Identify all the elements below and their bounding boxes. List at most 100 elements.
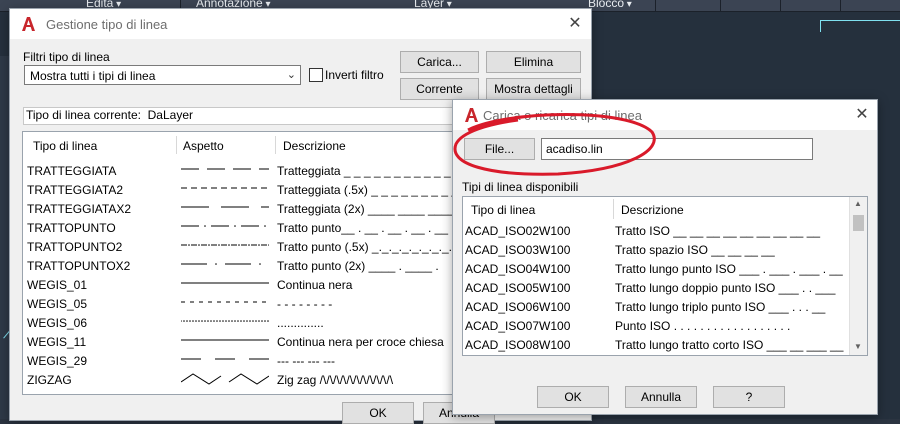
ribbon-separator xyxy=(840,0,841,11)
linetype-appearance xyxy=(180,315,269,332)
linetype-appearance xyxy=(181,220,269,237)
filter-selected-value: Mostra tutti i tipi di linea xyxy=(30,69,156,83)
table-row[interactable]: ACAD_ISO08W100 Tratto lungo tratto corto … xyxy=(463,335,867,354)
linetype-description: Tratto punto (.5x) _._._._._._._._. xyxy=(277,240,452,254)
column-header-description[interactable]: Descrizione xyxy=(621,203,684,217)
linetype-description: Tratto spazio ISO __ __ __ __ xyxy=(615,243,775,257)
linetype-appearance xyxy=(181,334,269,351)
table-row[interactable]: ACAD_ISO07W100 Punto ISO . . . . . . . . … xyxy=(463,316,867,335)
cancel-button[interactable]: Annulla xyxy=(625,386,697,408)
available-linetype-list[interactable]: Tipo di linea Descrizione ACAD_ISO02W100… xyxy=(462,196,868,356)
linetype-appearance xyxy=(181,239,270,256)
scroll-down-icon[interactable]: ▼ xyxy=(850,342,866,351)
close-icon[interactable]: ✕ xyxy=(564,13,586,35)
linetype-description: Punto ISO . . . . . . . . . . . . . . . … xyxy=(615,319,791,333)
file-button[interactable]: File... xyxy=(464,138,535,160)
linetype-appearance xyxy=(180,372,270,389)
scroll-thumb[interactable] xyxy=(853,215,864,231)
linetype-pattern-icon xyxy=(180,320,269,322)
linetype-appearance xyxy=(181,163,269,180)
ok-button[interactable]: OK xyxy=(342,402,414,424)
linetype-appearance xyxy=(181,277,269,294)
linetype-name: TRATTEGGIATAX2 xyxy=(27,202,132,216)
current-button[interactable]: Corrente xyxy=(400,78,479,100)
dialog-title: Gestione tipo di linea xyxy=(46,17,168,32)
linetype-pattern-icon xyxy=(181,282,269,284)
column-header-name[interactable]: Tipo di linea xyxy=(471,203,535,217)
linetype-filter-select[interactable]: Mostra tutti i tipi di linea ⌄ xyxy=(24,65,301,85)
file-name-field[interactable]: acadiso.lin xyxy=(541,138,813,160)
table-row[interactable]: ACAD_ISO03W100 Tratto spazio ISO __ __ __… xyxy=(463,240,867,259)
ribbon-separator xyxy=(720,0,721,11)
linetype-appearance xyxy=(181,296,269,313)
linetype-name: TRATTOPUNTO2 xyxy=(27,240,123,254)
help-button[interactable]: ? xyxy=(713,386,785,408)
linetype-description: Tratto lungo doppio punto ISO ___ . . __… xyxy=(615,281,836,295)
linetype-name: TRATTEGGIATA xyxy=(27,164,117,178)
invert-filter-label: Inverti filtro xyxy=(325,68,384,82)
linetype-name: WEGIS_01 xyxy=(27,278,88,292)
current-linetype-value: DaLayer xyxy=(147,108,193,122)
autocad-logo-icon xyxy=(465,108,478,122)
load-linetype-dialog: Carica o ricarica tipi di linea ✕ File..… xyxy=(452,99,878,415)
column-separator xyxy=(176,136,177,154)
linetype-description: Tratteggiata _ _ _ _ _ _ _ _ _ _ _ _ xyxy=(277,164,461,178)
available-linetypes-label: Tipi di linea disponibili xyxy=(462,180,579,194)
linetype-pattern-icon xyxy=(181,244,270,246)
linetype-name: ACAD_ISO08W100 xyxy=(465,338,571,352)
table-row[interactable]: ACAD_ISO04W100 Tratto lungo punto ISO ___… xyxy=(463,259,867,278)
ok-button[interactable]: OK xyxy=(537,386,609,408)
linetype-pattern-icon xyxy=(181,339,269,341)
linetype-description: Tratto punto (2x) ____ . ____ . xyxy=(277,259,439,273)
linetype-pattern-icon xyxy=(181,225,266,227)
autocad-logo-icon xyxy=(22,17,35,31)
title-bar: Gestione tipo di linea ✕ xyxy=(10,9,591,39)
linetype-name: ACAD_ISO07W100 xyxy=(465,319,571,333)
ribbon-menu-blocco[interactable]: Blocco xyxy=(588,0,632,10)
linetype-name: ACAD_ISO02W100 xyxy=(465,224,571,238)
linetype-pattern-icon xyxy=(181,206,269,208)
linetype-name: WEGIS_29 xyxy=(27,354,88,368)
linetype-pattern-icon xyxy=(181,301,266,303)
linetype-appearance xyxy=(181,201,269,218)
linetype-description: Continua nera per croce chiesa xyxy=(277,335,444,349)
column-header-name[interactable]: Tipo di linea xyxy=(33,139,97,153)
invert-filter-checkbox[interactable] xyxy=(309,68,323,82)
linetype-name: ACAD_ISO06W100 xyxy=(465,300,571,314)
vertical-scrollbar[interactable]: ▲ ▼ xyxy=(849,197,867,355)
delete-button[interactable]: Elimina xyxy=(486,51,581,73)
linetype-description: Tratto punto__ . __ . __ . __ . __ . xyxy=(277,221,455,235)
load-button[interactable]: Carica... xyxy=(400,51,479,73)
linetype-description: Tratto lungo triplo punto ISO ___ . . . … xyxy=(615,300,826,314)
scroll-up-icon[interactable]: ▲ xyxy=(850,199,866,208)
column-header-appearance[interactable]: Aspetto xyxy=(183,139,224,153)
linetype-description: Tratteggiata (2x) ____ ____ ____ xyxy=(277,202,455,216)
linetype-appearance xyxy=(181,353,269,370)
linetype-pattern-icon xyxy=(181,358,269,360)
linetype-appearance xyxy=(181,182,269,199)
linetype-pattern-icon xyxy=(181,263,261,265)
linetype-description: --- --- --- --- xyxy=(277,354,335,368)
table-row[interactable]: ACAD_ISO05W100 Tratto lungo doppio punto … xyxy=(463,278,867,297)
linetype-description: Tratto lungo punto ISO ___ . ___ . ___ .… xyxy=(615,262,843,276)
linetype-appearance xyxy=(181,258,269,275)
table-row[interactable]: ACAD_ISO02W100 Tratto ISO __ __ __ __ __ … xyxy=(463,221,867,240)
drawing-line xyxy=(820,20,821,32)
ribbon-separator xyxy=(780,0,781,11)
chevron-down-icon: ⌄ xyxy=(286,69,296,81)
linetype-name: TRATTOPUNTO xyxy=(27,221,116,235)
dialog-title: Carica o ricarica tipi di linea xyxy=(483,108,642,123)
linetype-name: TRATTOPUNTOX2 xyxy=(27,259,131,273)
linetype-name: WEGIS_06 xyxy=(27,316,88,330)
column-header-description[interactable]: Descrizione xyxy=(283,139,346,153)
current-linetype-label-text: Tipo di linea corrente: xyxy=(26,108,141,122)
linetype-description: Tratteggiata (.5x) _ _ _ _ _ _ _ _ _ xyxy=(277,183,458,197)
column-separator xyxy=(275,136,276,154)
table-row[interactable]: ACAD_ISO06W100 Tratto lungo triplo punto … xyxy=(463,297,867,316)
show-details-button[interactable]: Mostra dettagli xyxy=(486,78,581,100)
linetype-pattern-icon xyxy=(181,168,269,170)
close-icon[interactable]: ✕ xyxy=(851,104,873,126)
file-name-value: acadiso.lin xyxy=(546,142,603,156)
linetype-name: ZIGZAG xyxy=(27,373,72,387)
ribbon-separator xyxy=(655,0,656,11)
